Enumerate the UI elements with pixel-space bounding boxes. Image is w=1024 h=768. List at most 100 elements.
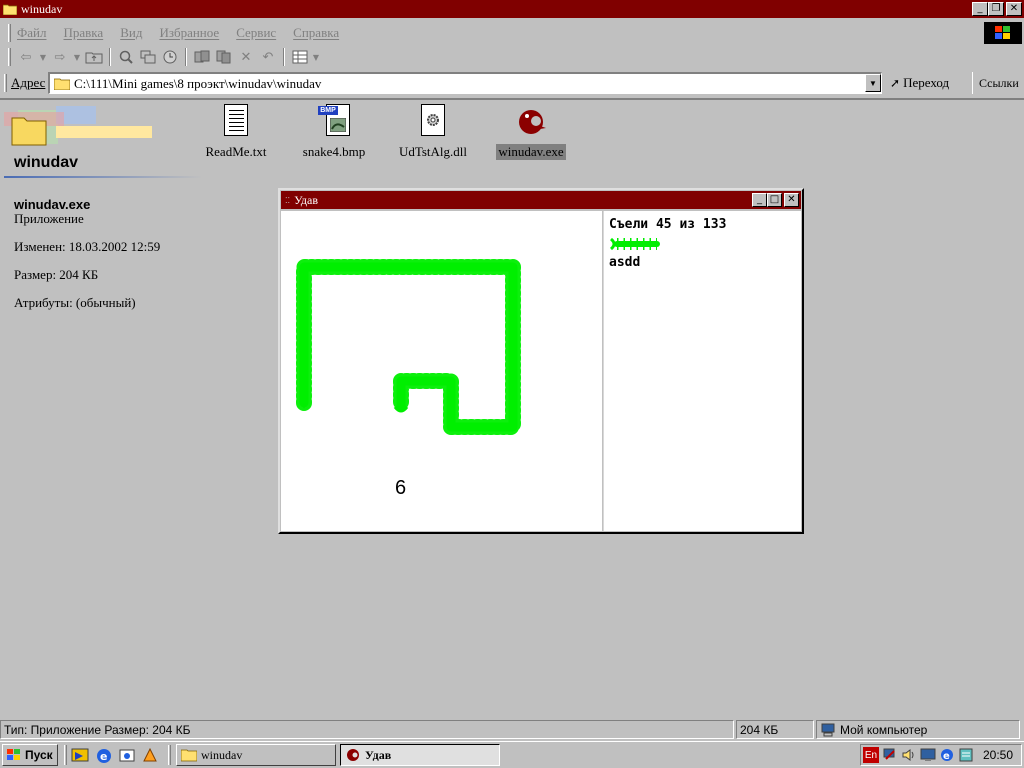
folder-icon bbox=[2, 3, 18, 16]
menu-help[interactable]: Справка bbox=[293, 25, 339, 41]
clock[interactable]: 20:50 bbox=[983, 748, 1013, 762]
folder-banner-icon bbox=[4, 104, 154, 148]
minimize-button[interactable]: _ bbox=[972, 2, 988, 16]
file-winudav-exe[interactable]: winudav.exe bbox=[486, 104, 576, 160]
toolbar-separator bbox=[109, 48, 111, 66]
search-icon[interactable] bbox=[115, 47, 137, 67]
game-info-panel: Съели 45 из 133 asdd bbox=[603, 211, 801, 531]
address-label: Адрес bbox=[11, 75, 46, 90]
snake-body bbox=[296, 259, 521, 435]
show-desktop-icon[interactable] bbox=[71, 747, 89, 764]
address-path: C:\111\Mini games\8 проэкт\winudav\winud… bbox=[74, 75, 322, 91]
game-field[interactable]: 6 bbox=[281, 211, 602, 531]
folder-title: winudav bbox=[14, 154, 79, 171]
game-window[interactable]: ⁚⁚ Удав _ □ ✕ 6 Съели 45 из 133 asdd bbox=[278, 188, 804, 534]
task-winudav[interactable]: winudav bbox=[176, 744, 336, 766]
taskbar-grip[interactable] bbox=[168, 745, 171, 765]
up-folder-icon[interactable] bbox=[83, 47, 105, 67]
file-label: UdTstAlg.dll bbox=[398, 144, 468, 159]
move-to-icon[interactable] bbox=[191, 47, 213, 67]
windows-logo-icon bbox=[984, 22, 1022, 44]
game-close-button[interactable]: ✕ bbox=[784, 193, 799, 207]
links-button[interactable]: Ссылки bbox=[972, 72, 1024, 94]
views-icon[interactable] bbox=[289, 47, 311, 67]
address-dropdown-button[interactable]: ▼ bbox=[865, 74, 881, 92]
start-label: Пуск bbox=[25, 748, 53, 762]
forward-icon[interactable]: ⇨ bbox=[49, 47, 71, 67]
windows-logo-icon bbox=[6, 748, 22, 762]
ie-tray-icon[interactable]: e bbox=[939, 747, 955, 763]
selected-file-type: Приложение bbox=[14, 211, 84, 226]
task-label: Удав bbox=[365, 747, 392, 762]
folder-icon bbox=[180, 748, 198, 762]
toolbar-grip[interactable] bbox=[8, 48, 11, 66]
status-zone: Мой компьютер bbox=[816, 720, 1020, 739]
forward-dropdown-icon[interactable]: ▼ bbox=[71, 47, 83, 67]
snake-lizard-icon bbox=[609, 237, 660, 251]
window-titlebar[interactable]: winudav _ ❐ ✕ bbox=[0, 0, 1024, 18]
zone-label: Мой компьютер bbox=[840, 722, 928, 737]
channels-icon[interactable] bbox=[141, 747, 159, 764]
back-icon[interactable]: ⇦ bbox=[15, 47, 37, 67]
file-size: Размер: 204 КБ bbox=[14, 267, 99, 282]
web-view-panel: winudav winudav.exe Приложение Изменен: … bbox=[0, 100, 210, 718]
quicklaunch-grip[interactable] bbox=[64, 745, 67, 765]
file-udtstalg-dll[interactable]: UdTstAlg.dll bbox=[388, 104, 478, 160]
scheduler-icon[interactable] bbox=[958, 747, 974, 763]
system-tray: En e 20:50 bbox=[860, 744, 1022, 766]
address-field[interactable]: C:\111\Mini games\8 проэкт\winudav\winud… bbox=[48, 72, 882, 94]
taskbar: Пуск e winudav Удав En e 20:50 bbox=[0, 741, 1024, 768]
menubar-grip[interactable] bbox=[8, 24, 11, 42]
undo-icon[interactable]: ↶ bbox=[257, 47, 279, 67]
menu-view[interactable]: Вид bbox=[120, 25, 142, 41]
game-minimize-button[interactable]: _ bbox=[752, 193, 767, 207]
start-button[interactable]: Пуск bbox=[2, 744, 58, 766]
selected-file-name: winudav.exe bbox=[14, 197, 91, 212]
back-dropdown-icon[interactable]: ▼ bbox=[37, 47, 49, 67]
my-computer-icon bbox=[821, 723, 835, 736]
addressbar-grip[interactable] bbox=[4, 74, 7, 92]
system-menu-icon[interactable]: ⁚⁚ bbox=[285, 196, 290, 205]
file-label: ReadMe.txt bbox=[205, 144, 267, 159]
volume-icon[interactable] bbox=[901, 747, 917, 763]
status-size: 204 КБ bbox=[736, 720, 814, 739]
internet-explorer-icon[interactable]: e bbox=[95, 747, 113, 764]
go-arrow-icon: ➚ bbox=[890, 75, 901, 90]
file-label: snake4.bmp bbox=[302, 144, 366, 159]
file-snake-bmp[interactable]: BMP snake4.bmp bbox=[289, 104, 379, 160]
task-udav[interactable]: Удав bbox=[340, 744, 500, 766]
go-button[interactable]: ➚ Переход bbox=[890, 73, 949, 93]
display-icon[interactable] bbox=[920, 747, 936, 763]
snake-app-icon bbox=[515, 104, 547, 138]
restore-button[interactable]: ❐ bbox=[988, 2, 1004, 16]
status-bar: Тип: Приложение Размер: 204 КБ 204 КБ Мо… bbox=[0, 720, 1024, 740]
folder-view[interactable]: winudav winudav.exe Приложение Изменен: … bbox=[0, 98, 1024, 718]
history-icon[interactable] bbox=[159, 47, 181, 67]
game-title: Удав bbox=[294, 192, 319, 207]
menu-bar: Файл Правка Вид Избранное Сервис Справка bbox=[0, 22, 1024, 44]
file-readme[interactable]: ReadMe.txt bbox=[191, 104, 281, 160]
language-indicator[interactable]: En bbox=[863, 747, 879, 763]
toolbar-separator bbox=[283, 48, 285, 66]
menu-favorites[interactable]: Избранное bbox=[159, 25, 219, 41]
window-title: winudav bbox=[21, 1, 63, 16]
game-titlebar[interactable]: ⁚⁚ Удав _ □ ✕ bbox=[281, 191, 801, 209]
delete-icon[interactable]: ✕ bbox=[235, 47, 257, 67]
address-bar: Адрес C:\111\Mini games\8 проэкт\winudav… bbox=[0, 70, 1024, 96]
snake-app-icon bbox=[345, 748, 361, 762]
folders-icon[interactable] bbox=[137, 47, 159, 67]
views-dropdown-icon[interactable]: ▼ bbox=[311, 47, 321, 67]
game-maximize-button[interactable]: □ bbox=[767, 193, 782, 207]
toolbar-separator bbox=[185, 48, 187, 66]
player-name: asdd bbox=[609, 255, 641, 270]
copy-to-icon[interactable] bbox=[213, 47, 235, 67]
bitmap-file-icon: BMP bbox=[318, 104, 350, 138]
modified-date: Изменен: 18.03.2002 12:59 bbox=[14, 239, 161, 254]
file-label: winudav.exe bbox=[496, 144, 566, 160]
close-button[interactable]: ✕ bbox=[1006, 2, 1022, 16]
menu-edit[interactable]: Правка bbox=[64, 25, 104, 41]
outlook-express-icon[interactable] bbox=[118, 747, 136, 764]
menu-tools[interactable]: Сервис bbox=[236, 25, 276, 41]
menu-file[interactable]: Файл bbox=[17, 25, 47, 41]
network-icon[interactable] bbox=[882, 747, 898, 763]
